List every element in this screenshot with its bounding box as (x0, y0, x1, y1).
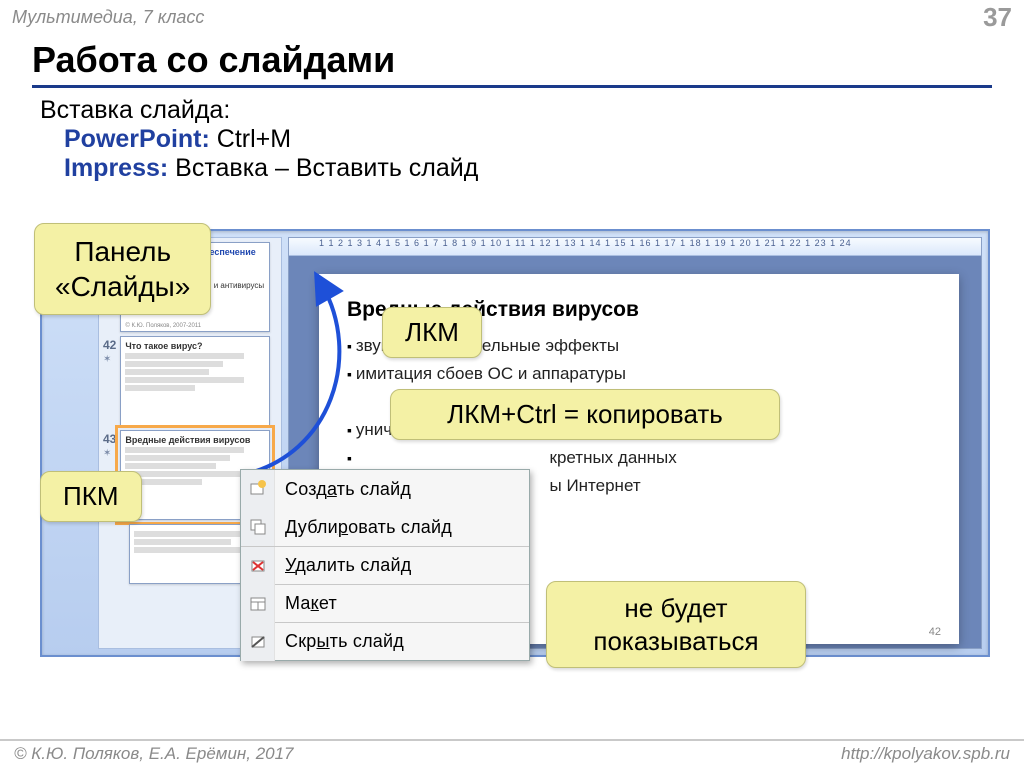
impress-line: Impress: Вставка – Вставить слайд (0, 154, 1024, 183)
horizontal-ruler: 1 1 2 1 3 1 4 1 5 1 6 1 7 1 8 1 9 1 10 1… (289, 238, 981, 256)
ctx-new-slide[interactable]: Создать слайд (241, 470, 529, 508)
thumb-number: 43✶ (103, 430, 116, 459)
impress-path: Вставка – Вставить слайд (168, 154, 478, 182)
slide-thumbnail[interactable]: Что такое вирус? (120, 336, 270, 426)
footer-url: http://kpolyakov.spb.ru (841, 744, 1010, 764)
callout-lmb: ЛКМ (382, 307, 482, 358)
powerpoint-keyword: PowerPoint: (64, 125, 210, 153)
app-inner: 41✶ Программное обеспечение Компьютерные… (98, 237, 982, 649)
ctx-label: Дублировать слайд (275, 517, 452, 538)
powerpoint-line: PowerPoint: Ctrl+M (0, 125, 1024, 154)
page-footer: © К.Ю. Поляков, Е.А. Ерёмин, 2017 http:/… (0, 739, 1024, 767)
duplicate-icon (241, 508, 275, 546)
insert-heading: Вставка слайда: (0, 96, 1024, 125)
ctx-layout[interactable]: Макет (241, 584, 529, 622)
ctx-label: Удалить слайд (275, 555, 411, 576)
ctx-delete-slide[interactable]: Удалить слайд (241, 546, 529, 584)
callout-hidden: не будет показываться (546, 581, 806, 668)
callout-rmb: ПКМ (40, 471, 142, 522)
ctx-label: Макет (275, 593, 337, 614)
ctx-label: Скрыть слайд (275, 631, 404, 652)
callout-lmb-ctrl: ЛКМ+Ctrl = копировать (390, 389, 780, 440)
context-menu[interactable]: Создать слайд Дублировать слайд Удалить … (240, 469, 530, 661)
ctx-label: Создать слайд (275, 479, 411, 500)
impress-keyword: Impress: (64, 154, 168, 182)
course-name: Мультимедиа, 7 класс (12, 7, 204, 28)
powerpoint-shortcut: Ctrl+M (210, 125, 291, 153)
ctx-duplicate-slide[interactable]: Дублировать слайд (241, 508, 529, 546)
thumb-row: 42✶ Что такое вирус? (103, 336, 277, 426)
new-slide-icon (241, 470, 275, 508)
animation-icon: ✶ (103, 354, 116, 365)
layout-icon (241, 585, 275, 623)
delete-icon (241, 547, 275, 585)
title-rule (32, 85, 992, 88)
page-number: 37 (983, 2, 1012, 33)
list-item: кретных данных (347, 448, 931, 468)
copyright: © К.Ю. Поляков, Е.А. Ерёмин, 2017 (14, 744, 294, 764)
callout-slides-panel: Панель «Слайды» (34, 223, 211, 315)
page-header: Мультимедиа, 7 класс 37 (0, 0, 1024, 33)
slide-number-footer: 42 (929, 626, 941, 638)
hide-icon (241, 623, 275, 661)
list-item: имитация сбоев ОС и аппаратуры (347, 364, 931, 384)
thumb-number: 42✶ (103, 336, 116, 365)
animation-icon: ✶ (103, 448, 116, 459)
illustration-canvas: – 41✶ Программное обеспечение Компьютерн… (34, 225, 994, 725)
ctx-hide-slide[interactable]: Скрыть слайд (241, 622, 529, 660)
slide-title: Работа со слайдами (0, 33, 1024, 85)
